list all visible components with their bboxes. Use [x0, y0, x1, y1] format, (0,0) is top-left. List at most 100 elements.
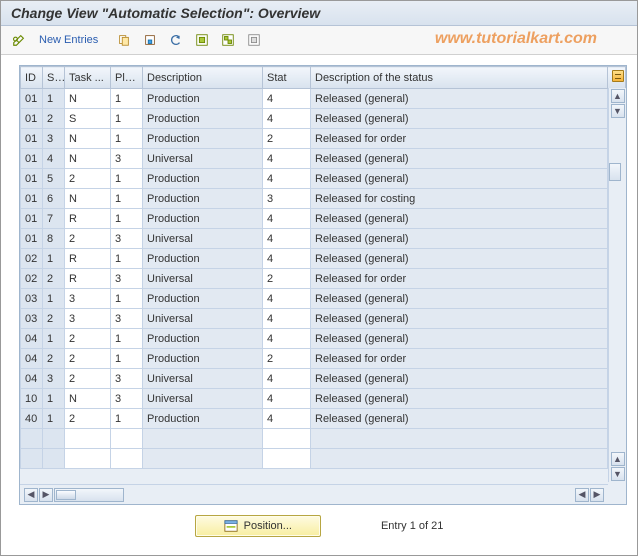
scroll-thumb[interactable]: [609, 163, 621, 181]
cell-plan[interactable]: 1: [111, 289, 143, 309]
cell-id[interactable]: 04: [21, 329, 43, 349]
cell-stat[interactable]: 4: [263, 389, 311, 409]
cell-task[interactable]: 3: [65, 309, 111, 329]
cell-stat[interactable]: 4: [263, 89, 311, 109]
cell-plan[interactable]: 1: [111, 189, 143, 209]
cell-sp[interactable]: 1: [43, 89, 65, 109]
scroll-up-arrow-icon[interactable]: ▲: [611, 89, 625, 103]
cell-sp[interactable]: 2: [43, 269, 65, 289]
cell-id[interactable]: 01: [21, 129, 43, 149]
table-row[interactable]: 03131Production4Released (general): [21, 289, 626, 309]
table-row[interactable]: 101N3Universal4Released (general): [21, 389, 626, 409]
cell-stat[interactable]: 2: [263, 269, 311, 289]
cell-plan[interactable]: 1: [111, 109, 143, 129]
cell-plan[interactable]: 3: [111, 229, 143, 249]
scroll-track[interactable]: [609, 119, 626, 451]
cell-plan[interactable]: 3: [111, 149, 143, 169]
select-block-icon[interactable]: [218, 30, 238, 50]
col-header-stat[interactable]: Stat: [263, 67, 311, 89]
table-row[interactable]: 011N1Production4Released (general): [21, 89, 626, 109]
cell-task[interactable]: R: [65, 249, 111, 269]
table-row[interactable]: 022R3Universal2Released for order: [21, 269, 626, 289]
col-header-plan[interactable]: Pla...: [111, 67, 143, 89]
toggle-display-change-icon[interactable]: [9, 30, 29, 50]
table-row[interactable]: 016N1Production3Released for costing: [21, 189, 626, 209]
cell-stat[interactable]: 4: [263, 249, 311, 269]
delete-icon[interactable]: [140, 30, 160, 50]
select-all-icon[interactable]: [192, 30, 212, 50]
configure-columns-button[interactable]: [608, 67, 626, 89]
cell-id[interactable]: 01: [21, 149, 43, 169]
cell-id[interactable]: 01: [21, 89, 43, 109]
table-row[interactable]: 01823Universal4Released (general): [21, 229, 626, 249]
cell-task[interactable]: 2: [65, 169, 111, 189]
table-row[interactable]: 04121Production4Released (general): [21, 329, 626, 349]
cell-id[interactable]: 03: [21, 289, 43, 309]
cell-id[interactable]: 01: [21, 109, 43, 129]
cell-sp[interactable]: 7: [43, 209, 65, 229]
position-button[interactable]: Position...: [195, 515, 321, 537]
cell-stat[interactable]: 2: [263, 129, 311, 149]
cell-id[interactable]: 04: [21, 369, 43, 389]
cell-plan[interactable]: 1: [111, 329, 143, 349]
table-row[interactable]: 021R1Production4Released (general): [21, 249, 626, 269]
cell-stat[interactable]: 4: [263, 369, 311, 389]
cell-plan[interactable]: 3: [111, 369, 143, 389]
cell-sp[interactable]: 1: [43, 409, 65, 429]
cell-task[interactable]: N: [65, 189, 111, 209]
col-header-id[interactable]: ID: [21, 67, 43, 89]
cell-task[interactable]: N: [65, 89, 111, 109]
col-header-sp[interactable]: SP: [43, 67, 65, 89]
hscroll-left2-icon[interactable]: ◀: [575, 488, 589, 502]
col-header-sdesc[interactable]: Description of the status: [311, 67, 608, 89]
cell-sp[interactable]: 4: [43, 149, 65, 169]
cell-plan[interactable]: 1: [111, 409, 143, 429]
cell-id[interactable]: 01: [21, 229, 43, 249]
table-row[interactable]: 013N1Production2Released for order: [21, 129, 626, 149]
cell-id[interactable]: 03: [21, 309, 43, 329]
table-row[interactable]: 03233Universal4Released (general): [21, 309, 626, 329]
cell-stat[interactable]: 4: [263, 169, 311, 189]
cell-stat[interactable]: 4: [263, 229, 311, 249]
cell-sp[interactable]: 8: [43, 229, 65, 249]
cell-sp[interactable]: 1: [43, 249, 65, 269]
cell-sp[interactable]: 1: [43, 329, 65, 349]
scroll-down-step-icon[interactable]: ▼: [611, 104, 625, 118]
table-row[interactable]: 04221Production2Released for order: [21, 349, 626, 369]
cell-plan[interactable]: 1: [111, 349, 143, 369]
cell-sp[interactable]: 2: [43, 349, 65, 369]
hscroll-left-icon[interactable]: ◀: [24, 488, 38, 502]
hscroll-thumb-left[interactable]: [56, 490, 76, 500]
cell-id[interactable]: 02: [21, 269, 43, 289]
cell-task[interactable]: R: [65, 269, 111, 289]
new-entries-button[interactable]: New Entries: [35, 32, 102, 48]
cell-stat[interactable]: 2: [263, 349, 311, 369]
cell-stat[interactable]: 4: [263, 309, 311, 329]
deselect-all-icon[interactable]: [244, 30, 264, 50]
hscroll-track-left[interactable]: [54, 488, 124, 502]
cell-plan[interactable]: 3: [111, 269, 143, 289]
undo-icon[interactable]: [166, 30, 186, 50]
hscroll-right-icon[interactable]: ▶: [39, 488, 53, 502]
table-row[interactable]: 40121Production4Released (general): [21, 409, 626, 429]
cell-plan[interactable]: 3: [111, 309, 143, 329]
cell-task[interactable]: 2: [65, 229, 111, 249]
cell-task[interactable]: 2: [65, 369, 111, 389]
cell-sp[interactable]: 2: [43, 309, 65, 329]
table-row[interactable]: 017R1Production4Released (general): [21, 209, 626, 229]
table-row[interactable]: 012S1Production4Released (general): [21, 109, 626, 129]
cell-task[interactable]: 2: [65, 329, 111, 349]
copy-as-icon[interactable]: [114, 30, 134, 50]
cell-task[interactable]: N: [65, 389, 111, 409]
cell-stat[interactable]: 4: [263, 289, 311, 309]
cell-id[interactable]: 01: [21, 189, 43, 209]
cell-plan[interactable]: 1: [111, 129, 143, 149]
cell-id[interactable]: 01: [21, 169, 43, 189]
cell-stat[interactable]: 4: [263, 329, 311, 349]
cell-sp[interactable]: 1: [43, 289, 65, 309]
cell-plan[interactable]: 3: [111, 389, 143, 409]
col-header-desc[interactable]: Description: [143, 67, 263, 89]
table-row[interactable]: 01521Production4Released (general): [21, 169, 626, 189]
cell-sp[interactable]: 2: [43, 109, 65, 129]
cell-task[interactable]: R: [65, 209, 111, 229]
